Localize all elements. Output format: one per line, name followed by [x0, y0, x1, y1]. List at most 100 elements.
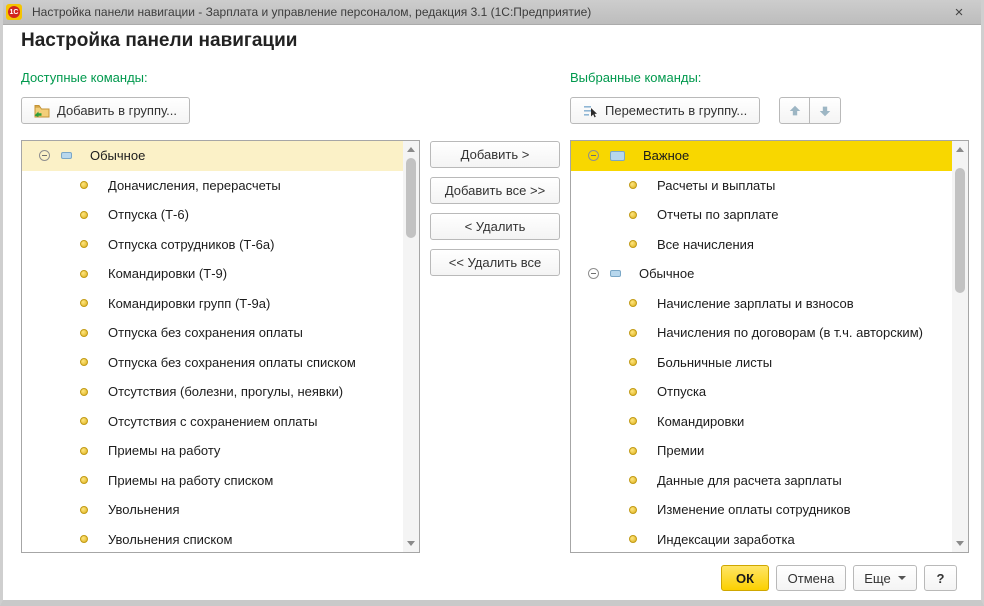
tree-item-row[interactable]: Все начисления — [571, 230, 952, 260]
command-bullet-icon — [629, 476, 637, 484]
available-commands-list[interactable]: Обычное Доначисления, перерасчеты Отпуска … — [21, 140, 420, 553]
tree-item-row[interactable]: Отпуска без сохранения оплаты списком — [22, 348, 403, 378]
move-down-button[interactable] — [810, 97, 841, 124]
tree-item-row[interactable]: Приемы на работу списком — [22, 466, 403, 496]
command-bullet-icon — [80, 417, 88, 425]
tree-item-row[interactable]: Увольнения — [22, 495, 403, 525]
collapse-minus-icon[interactable] — [588, 268, 599, 279]
tree-item-row[interactable]: Отпуска — [571, 377, 952, 407]
arrow-down-icon — [818, 104, 832, 118]
available-scrollbar[interactable] — [403, 141, 419, 552]
chevron-down-icon — [898, 576, 906, 580]
remove-button[interactable]: < Удалить — [430, 213, 560, 240]
row-label: Премии — [657, 443, 704, 458]
selected-commands-list[interactable]: Важное Расчеты и выплаты Отчеты по зарплат… — [570, 140, 969, 553]
help-button[interactable]: ? — [924, 565, 957, 591]
tree-item-row[interactable]: Больничные листы — [571, 348, 952, 378]
tree-item-row[interactable]: Изменение оплаты сотрудников — [571, 495, 952, 525]
move-up-button[interactable] — [779, 97, 810, 124]
command-bullet-icon — [629, 388, 637, 396]
tree-group-row[interactable]: Обычное — [571, 259, 952, 289]
command-bullet-icon — [80, 506, 88, 514]
row-label: Начисления по договорам (в т.ч. авторски… — [657, 325, 923, 340]
1c-logo-icon: 1С — [6, 4, 22, 20]
row-label: Увольнения — [108, 502, 179, 517]
reorder-buttons — [779, 97, 841, 124]
group-icon — [610, 270, 621, 277]
tree-item-row[interactable]: Данные для расчета зарплаты — [571, 466, 952, 496]
row-label: Отпуска — [657, 384, 706, 399]
close-icon[interactable]: × — [946, 0, 972, 24]
add-to-group-button[interactable]: Добавить в группу... — [21, 97, 190, 124]
tree-item-row[interactable]: Отсутствия (болезни, прогулы, неявки) — [22, 377, 403, 407]
tree-item-row[interactable]: Начисления по договорам (в т.ч. авторски… — [571, 318, 952, 348]
row-label: Увольнения списком — [108, 532, 232, 547]
selected-commands-label: Выбранные команды: — [570, 70, 701, 85]
scroll-down-icon[interactable] — [956, 541, 964, 546]
row-label: Все начисления — [657, 237, 754, 252]
row-label: Расчеты и выплаты — [657, 178, 775, 193]
scroll-up-icon[interactable] — [956, 147, 964, 152]
tree-group-row[interactable]: Обычное — [22, 141, 403, 171]
scroll-thumb[interactable] — [406, 158, 416, 238]
row-label: Отпуска (Т-6) — [108, 207, 189, 222]
tree-item-row[interactable]: Расчеты и выплаты — [571, 171, 952, 201]
command-bullet-icon — [629, 417, 637, 425]
command-bullet-icon — [80, 211, 88, 219]
tree-item-row[interactable]: Командировки групп (Т-9а) — [22, 289, 403, 319]
row-label: Начисление зарплаты и взносов — [657, 296, 854, 311]
collapse-minus-icon[interactable] — [588, 150, 599, 161]
command-bullet-icon — [629, 240, 637, 248]
command-bullet-icon — [80, 476, 88, 484]
row-label: Командировки групп (Т-9а) — [108, 296, 270, 311]
row-label: Важное — [643, 148, 689, 163]
tree-item-row[interactable]: Отсутствия с сохранением оплаты — [22, 407, 403, 437]
command-bullet-icon — [629, 447, 637, 455]
tree-item-row[interactable]: Командировки (Т-9) — [22, 259, 403, 289]
move-to-group-button[interactable]: Переместить в группу... — [570, 97, 760, 124]
row-label: Командировки (Т-9) — [108, 266, 227, 281]
row-label: Отпуска без сохранения оплаты списком — [108, 355, 356, 370]
command-bullet-icon — [629, 358, 637, 366]
tree-item-row[interactable]: Отпуска без сохранения оплаты — [22, 318, 403, 348]
tree-item-row[interactable]: Приемы на работу — [22, 436, 403, 466]
dialog-window: 1С Настройка панели навигации - Зарплата… — [0, 0, 984, 606]
available-commands-label: Доступные команды: — [21, 70, 148, 85]
row-label: Больничные листы — [657, 355, 772, 370]
command-bullet-icon — [80, 358, 88, 366]
add-all-button[interactable]: Добавить все >> — [430, 177, 560, 204]
collapse-minus-icon[interactable] — [39, 150, 50, 161]
tree-item-row[interactable]: Командировки — [571, 407, 952, 437]
available-commands-tree: Обычное Доначисления, перерасчеты Отпуска … — [22, 141, 403, 552]
cancel-button[interactable]: Отмена — [776, 565, 846, 591]
command-bullet-icon — [80, 447, 88, 455]
tree-item-row[interactable]: Отпуска (Т-6) — [22, 200, 403, 230]
row-label: Обычное — [639, 266, 694, 281]
tree-item-row[interactable]: Увольнения списком — [22, 525, 403, 554]
selected-scrollbar[interactable] — [952, 141, 968, 552]
folder-add-icon — [34, 104, 50, 118]
tree-item-row[interactable]: Начисление зарплаты и взносов — [571, 289, 952, 319]
add-button[interactable]: Добавить > — [430, 141, 560, 168]
ok-button[interactable]: ОК — [721, 565, 769, 591]
tree-item-row[interactable]: Отчеты по зарплате — [571, 200, 952, 230]
scroll-down-icon[interactable] — [407, 541, 415, 546]
row-label: Изменение оплаты сотрудников — [657, 502, 851, 517]
row-label: Отпуска сотрудников (Т-6а) — [108, 237, 274, 252]
tree-item-row[interactable]: Отпуска сотрудников (Т-6а) — [22, 230, 403, 260]
tree-item-row[interactable]: Индексации заработка — [571, 525, 952, 554]
scroll-thumb[interactable] — [955, 168, 965, 293]
more-button[interactable]: Еще — [853, 565, 917, 591]
command-bullet-icon — [80, 329, 88, 337]
tree-item-row[interactable]: Доначисления, перерасчеты — [22, 171, 403, 201]
scroll-up-icon[interactable] — [407, 147, 415, 152]
command-bullet-icon — [629, 535, 637, 543]
row-label: Доначисления, перерасчеты — [108, 178, 281, 193]
group-icon — [61, 152, 72, 159]
row-label: Приемы на работу списком — [108, 473, 273, 488]
command-bullet-icon — [80, 299, 88, 307]
tree-group-row[interactable]: Важное — [571, 141, 952, 171]
row-label: Отсутствия с сохранением оплаты — [108, 414, 318, 429]
tree-item-row[interactable]: Премии — [571, 436, 952, 466]
remove-all-button[interactable]: << Удалить все — [430, 249, 560, 276]
